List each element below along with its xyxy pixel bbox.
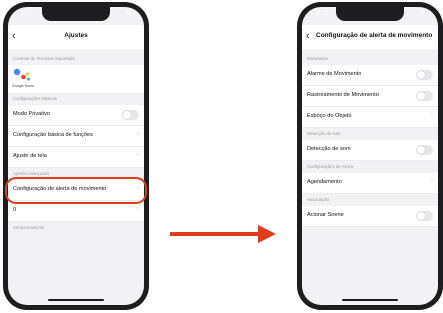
row-label: Configuração básica de funções bbox=[13, 132, 93, 138]
row-sirene: Acionar Sirene bbox=[302, 206, 438, 227]
section-label-storage: Armazenamento bbox=[13, 225, 45, 230]
row-label: Alarme de Movimento bbox=[307, 71, 362, 77]
row-label: Agendamento bbox=[307, 179, 342, 185]
status-time: 12:15 bbox=[21, 11, 34, 17]
highlight-outline bbox=[5, 177, 147, 204]
section-label-third-party: Controle de Terceiros Suportado bbox=[13, 56, 75, 61]
navbar: ‹ Configuração de alerta de movimento bbox=[302, 25, 438, 49]
right-arrow-icon bbox=[170, 225, 276, 243]
motion-alert-list: Movimento Alarme de Movimento Rastreamen… bbox=[302, 53, 438, 305]
deteccao-som-toggle[interactable] bbox=[416, 145, 433, 155]
screen-motion-alert: 12:15 ıl ‹ Configuração de alerta de mov… bbox=[302, 7, 438, 305]
google-home-label: Google Home bbox=[12, 84, 35, 88]
row-deteccao-som: Detecção de som bbox=[302, 140, 438, 161]
chevron-right-icon: › bbox=[431, 178, 433, 184]
section-label-movimento: Movimento bbox=[307, 56, 329, 61]
page-title: Ajustes bbox=[64, 32, 88, 39]
row-esboco[interactable]: Esboço do Objeto › bbox=[302, 107, 438, 128]
notch bbox=[42, 7, 110, 21]
signal-icon: ıl bbox=[420, 11, 424, 17]
rastreamento-toggle[interactable] bbox=[416, 91, 433, 101]
navbar: ‹ Ajustes bbox=[8, 25, 144, 49]
home-indicator bbox=[48, 299, 104, 301]
chevron-right-icon: › bbox=[137, 152, 139, 158]
row-modo-privativo: Modo Privativo bbox=[8, 105, 144, 126]
sirene-toggle[interactable] bbox=[416, 211, 433, 221]
row-label: Modo Privativo bbox=[13, 111, 50, 117]
row-label: Acionar Sirene bbox=[307, 212, 344, 218]
notch bbox=[336, 7, 404, 21]
row-ajuste-tela[interactable]: Ajuste de tela › bbox=[8, 147, 144, 168]
back-chevron-icon[interactable]: ‹ bbox=[306, 29, 310, 43]
row-label: Esboço do Objeto bbox=[307, 113, 352, 119]
page-title: Configuração de alerta de movimento bbox=[316, 32, 433, 39]
phone-right: 12:15 ıl ‹ Configuração de alerta de mov… bbox=[297, 2, 443, 310]
signal-icon: ıl bbox=[126, 11, 130, 17]
section-label-associacao: Associação bbox=[307, 197, 329, 202]
row-label: 0 bbox=[13, 207, 17, 213]
row-label: Detecção de som bbox=[307, 146, 351, 152]
row-zero[interactable]: 0 › bbox=[8, 201, 144, 222]
row-agendamento[interactable]: Agendamento › bbox=[302, 173, 438, 194]
google-assistant-icon bbox=[13, 68, 30, 81]
chevron-right-icon: › bbox=[137, 206, 139, 212]
phone-left: 12:15 ıl ‹ Ajustes Controle de Terceiros… bbox=[3, 2, 149, 310]
chevron-right-icon: › bbox=[137, 131, 139, 137]
modo-privativo-toggle[interactable] bbox=[122, 110, 139, 120]
section-label-som: Detecção de som bbox=[307, 131, 341, 136]
status-time: 12:15 bbox=[315, 11, 328, 17]
row-config-basica[interactable]: Configuração básica de funções › bbox=[8, 126, 144, 147]
row-alarme: Alarme de Movimento bbox=[302, 65, 438, 86]
row-label: Rastreamento de Movimento bbox=[307, 92, 379, 98]
row-rastreamento: Rastreamento de Movimento bbox=[302, 86, 438, 107]
screen-settings: 12:15 ıl ‹ Ajustes Controle de Terceiros… bbox=[8, 7, 144, 305]
row-label: Ajuste de tela bbox=[13, 153, 47, 159]
section-label-basic: Configurações Básicas bbox=[13, 96, 57, 101]
google-home-item[interactable]: Google Home bbox=[8, 65, 144, 93]
alarme-toggle[interactable] bbox=[416, 70, 433, 80]
section-label-alerta: Configurações de Alerta bbox=[307, 164, 353, 169]
home-indicator bbox=[342, 299, 398, 301]
chevron-right-icon: › bbox=[431, 112, 433, 118]
